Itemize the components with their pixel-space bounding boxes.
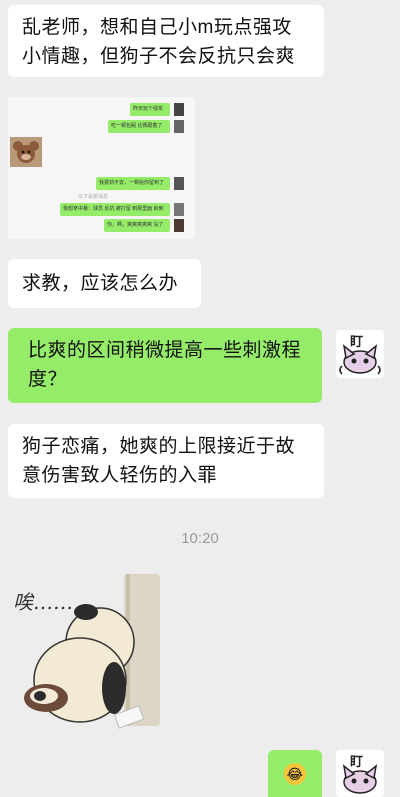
avatar[interactable]: 盯 [336, 330, 384, 378]
message-bubble-2[interactable]: 求教，应该怎么办 [8, 259, 201, 308]
avatar[interactable]: 盯 [336, 750, 384, 797]
message-bubble-1[interactable]: 乱老师，想和自己小m玩点强攻小情趣，但狗子不会反抗只会爽 [8, 5, 324, 77]
mini-bubble: 我费劲不去，一顿给你留到了 [96, 177, 170, 190]
message-bubble-3[interactable]: 比爽的区间稍微提高一些刺激程度？ [8, 328, 322, 403]
mini-bubble: 昨天玩个强攻 [130, 103, 170, 116]
mini-timestamp: 以下是新消息 [78, 194, 109, 200]
mini-avatar [174, 203, 184, 216]
chat-timestamp: 10:20 [181, 530, 219, 547]
chat-screenshot-image[interactable]: 昨天玩个强攻 吃一顿包厢 比赛跟着了 我费劲不去，一顿给你留到了 以下是新消息 … [8, 97, 195, 239]
message-bubble-4[interactable]: 狗子恋痛，她爽的上限接近于故意伤害致人轻伤的入罪 [8, 424, 324, 498]
mini-bubble: 我想拿中暴：球员 反抗 被打留 到那里面 就到 [60, 203, 170, 216]
mini-avatar [174, 219, 184, 232]
mini-avatar [174, 177, 184, 190]
message-text: 比爽的区间稍微提高一些刺激程度？ [28, 340, 302, 390]
message-bubble-5[interactable]: 😂 [268, 750, 322, 797]
mini-bubble: 吃一顿包厢 比赛跟着了 [108, 120, 170, 133]
panda-icon [24, 574, 160, 729]
mini-avatar [174, 103, 184, 116]
message-text: 乱老师，想和自己小m玩点强攻小情趣，但狗子不会反抗只会爽 [22, 17, 296, 67]
message-text: 狗子恋痛，她爽的上限接近于故意伤害致人轻伤的入罪 [22, 436, 296, 486]
mini-avatar [174, 120, 184, 133]
mouse-image [10, 137, 42, 167]
message-text: 求教，应该怎么办 [22, 273, 179, 294]
panda-sticker[interactable]: 唉…… [8, 570, 168, 740]
avatar-label: 盯 [350, 754, 364, 769]
mini-bubble: 你，啊，爽爽爽爽爽 没了 [104, 219, 170, 232]
avatar-label: 盯 [350, 334, 364, 349]
laughing-emoji-icon: 😂 [284, 763, 306, 785]
